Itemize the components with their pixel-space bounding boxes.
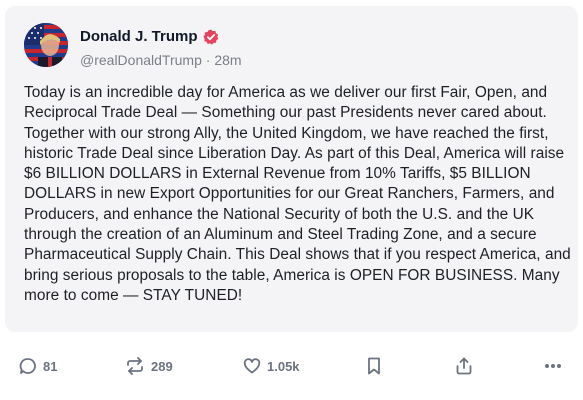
post-timestamp[interactable]: 28m xyxy=(214,52,241,68)
post-card[interactable]: Donald J. Trump @realDonaldTrump · 28m T… xyxy=(5,6,578,332)
bookmark-icon xyxy=(366,357,382,375)
heart-icon xyxy=(243,357,261,375)
post-meta: @realDonaldTrump · 28m xyxy=(80,52,242,68)
reply-button[interactable]: 81 xyxy=(19,352,57,380)
more-icon xyxy=(543,357,563,375)
reply-count: 81 xyxy=(43,358,58,374)
author-name[interactable]: Donald J. Trump xyxy=(80,28,198,45)
more-options-button[interactable] xyxy=(543,352,563,380)
verified-badge-icon xyxy=(202,29,219,45)
meta-separator: · xyxy=(205,52,211,68)
share-button[interactable] xyxy=(455,352,473,380)
post-text: Today is an incredible day for America a… xyxy=(24,84,571,304)
repost-button[interactable]: 289 xyxy=(125,352,173,380)
share-icon xyxy=(455,357,473,375)
like-button[interactable]: 1.05k xyxy=(243,352,300,380)
bookmark-button[interactable] xyxy=(366,352,382,380)
avatar[interactable] xyxy=(24,23,68,67)
reply-icon xyxy=(19,357,37,375)
author-handle[interactable]: @realDonaldTrump xyxy=(80,52,202,68)
avatar-image xyxy=(24,23,68,67)
repost-count: 289 xyxy=(151,358,173,374)
post-actions-bar: 81 289 1.05k xyxy=(0,352,583,380)
like-count: 1.05k xyxy=(267,358,300,374)
repost-icon xyxy=(125,357,145,375)
author-name-row[interactable]: Donald J. Trump xyxy=(80,28,219,45)
